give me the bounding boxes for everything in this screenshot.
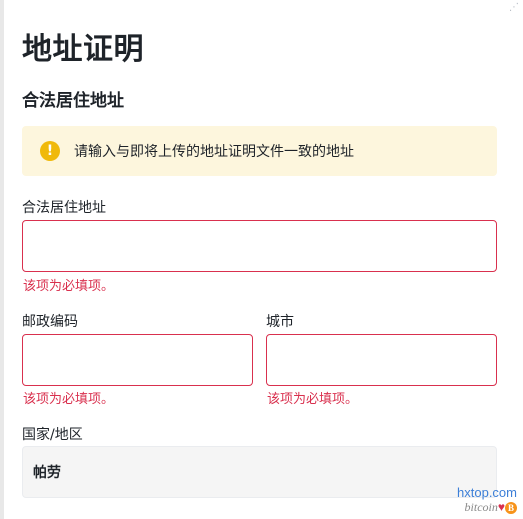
watermark-site: hxtop.com <box>457 485 517 500</box>
postal-code-error: 该项为必填项。 <box>23 392 115 407</box>
country-value: 帕劳 <box>33 465 61 481</box>
city-error: 该项为必填项。 <box>267 392 359 407</box>
bitcoin-icon: B <box>505 502 517 515</box>
notice-text: 请输入与即将上传的地址证明文件一致的地址 <box>74 144 354 160</box>
address-notice-banner: ! 请输入与即将上传的地址证明文件一致的地址 <box>22 126 497 176</box>
section-title: 合法居住地址 <box>22 91 124 111</box>
postal-code-label: 邮政编码 <box>22 314 78 330</box>
corner-decoration-icon: ⋰ <box>509 2 519 13</box>
postal-code-input[interactable] <box>22 334 253 386</box>
page-title: 地址证明 <box>22 32 144 67</box>
watermark: hxtop.com bitcoin♥ B <box>427 485 517 515</box>
heart-icon: ♥ <box>497 500 505 514</box>
country-select[interactable]: 帕劳 <box>22 446 497 498</box>
city-input[interactable] <box>266 334 497 386</box>
address-input[interactable] <box>22 220 497 272</box>
watermark-brand: bitcoin♥ B <box>427 500 517 515</box>
left-edge-divider <box>0 0 4 519</box>
address-error: 该项为必填项。 <box>23 279 115 294</box>
watermark-brand-text: bitcoin <box>464 500 498 514</box>
address-label: 合法居住地址 <box>22 200 106 216</box>
warning-icon: ! <box>40 141 60 161</box>
city-label: 城市 <box>266 314 294 330</box>
country-label: 国家/地区 <box>22 427 83 443</box>
